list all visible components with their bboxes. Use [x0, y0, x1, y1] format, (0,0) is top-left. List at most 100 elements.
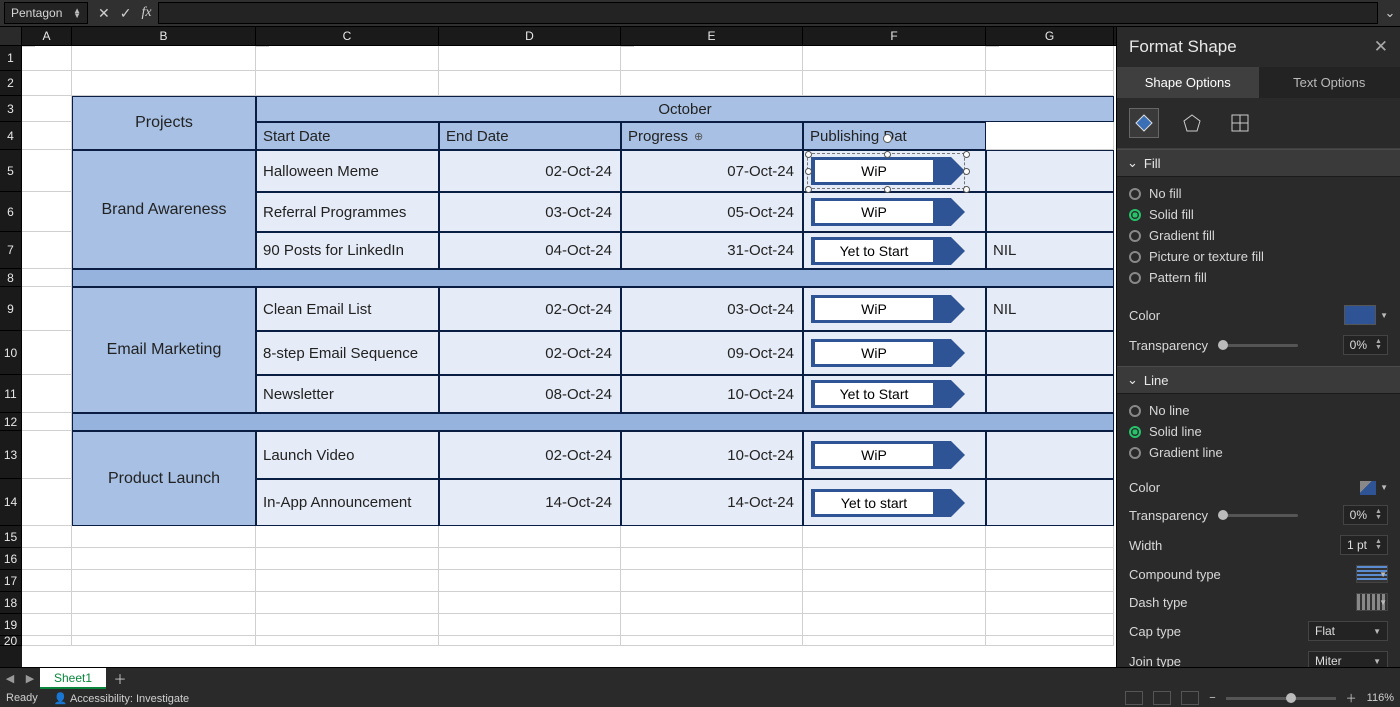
- fx-icon[interactable]: fx: [141, 5, 151, 21]
- cell[interactable]: 02-Oct-24: [439, 331, 621, 375]
- cell[interactable]: [256, 71, 439, 96]
- cell[interactable]: [803, 548, 986, 570]
- column-header[interactable]: E: [621, 27, 803, 45]
- row-header[interactable]: 1: [0, 46, 22, 71]
- cell[interactable]: [22, 331, 72, 375]
- row-header[interactable]: 8: [0, 269, 22, 287]
- cell[interactable]: [986, 526, 1114, 548]
- sheet-tab[interactable]: Sheet1: [40, 668, 106, 689]
- progress-shape[interactable]: WiP: [811, 295, 951, 323]
- row-header[interactable]: 16: [0, 548, 22, 570]
- line-section-header[interactable]: ⌄Line: [1117, 366, 1400, 394]
- cancel-formula-icon[interactable]: ✕: [98, 5, 110, 22]
- size-properties-icon[interactable]: [1225, 108, 1255, 138]
- fill-color-swatch[interactable]: [1344, 305, 1376, 325]
- cell[interactable]: 14-Oct-24: [439, 479, 621, 526]
- cell[interactable]: Start Date: [256, 122, 439, 150]
- cell[interactable]: Clean Email List: [256, 287, 439, 331]
- cell[interactable]: [72, 548, 256, 570]
- resize-handle[interactable]: [805, 151, 812, 158]
- cell[interactable]: [621, 46, 803, 71]
- column-header[interactable]: A: [22, 27, 72, 45]
- cell[interactable]: [803, 71, 986, 96]
- cell[interactable]: 03-Oct-24: [621, 287, 803, 331]
- cell[interactable]: [22, 71, 72, 96]
- close-panel-icon[interactable]: ✕: [1374, 37, 1388, 57]
- cell[interactable]: [22, 192, 72, 232]
- cell[interactable]: [22, 413, 72, 431]
- cell[interactable]: [986, 548, 1114, 570]
- line-transparency-value[interactable]: 0%▲▼: [1343, 505, 1388, 525]
- cell[interactable]: [621, 570, 803, 592]
- cell[interactable]: [22, 592, 72, 614]
- resize-handle[interactable]: [884, 186, 891, 193]
- cell[interactable]: 10-Oct-24: [621, 375, 803, 413]
- cell[interactable]: 31-Oct-24: [621, 232, 803, 269]
- row-header[interactable]: 10: [0, 331, 22, 375]
- line-width-value[interactable]: 1 pt▲▼: [1340, 535, 1388, 555]
- cell[interactable]: October: [256, 96, 1114, 122]
- fill-radio[interactable]: Picture or texture fill: [1129, 246, 1388, 267]
- cell[interactable]: [72, 269, 1114, 287]
- progress-shape[interactable]: Yet to Start: [811, 237, 951, 265]
- cell[interactable]: [72, 46, 256, 71]
- resize-handle[interactable]: [805, 186, 812, 193]
- cell[interactable]: [439, 592, 621, 614]
- cell[interactable]: [986, 46, 1114, 71]
- zoom-out-icon[interactable]: −: [1209, 692, 1215, 704]
- cell[interactable]: [72, 526, 256, 548]
- column-header[interactable]: B: [72, 27, 256, 45]
- cell[interactable]: 07-Oct-24: [621, 150, 803, 192]
- progress-shape[interactable]: WiP: [811, 441, 951, 469]
- cell[interactable]: [256, 614, 439, 636]
- cell[interactable]: 02-Oct-24: [439, 431, 621, 479]
- cell[interactable]: 10-Oct-24: [621, 431, 803, 479]
- cell[interactable]: [22, 232, 72, 269]
- cell[interactable]: NIL: [986, 287, 1114, 331]
- page-break-view-icon[interactable]: [1181, 691, 1199, 705]
- name-box[interactable]: Pentagon ▲▼: [4, 2, 88, 24]
- cell[interactable]: [439, 570, 621, 592]
- row-header[interactable]: 13: [0, 431, 22, 479]
- cell[interactable]: [803, 614, 986, 636]
- cell[interactable]: Publishing Dat: [803, 122, 986, 150]
- cell[interactable]: [72, 636, 256, 646]
- cell[interactable]: [256, 46, 439, 71]
- row-header[interactable]: 5: [0, 150, 22, 192]
- row-header[interactable]: 4: [0, 122, 22, 150]
- progress-shape[interactable]: WiP: [811, 339, 951, 367]
- row-header[interactable]: 7: [0, 232, 22, 269]
- cell[interactable]: [621, 46, 634, 47]
- fill-radio[interactable]: Pattern fill: [1129, 267, 1388, 288]
- fill-radio[interactable]: No fill: [1129, 183, 1388, 204]
- row-header[interactable]: 3: [0, 96, 22, 122]
- cell[interactable]: Newsletter: [256, 375, 439, 413]
- expand-formula-icon[interactable]: ⌄: [1380, 5, 1400, 21]
- cell[interactable]: [621, 592, 803, 614]
- compound-type-select[interactable]: ▼: [1356, 565, 1388, 583]
- line-radio[interactable]: Gradient line: [1129, 442, 1388, 463]
- cell[interactable]: [22, 526, 72, 548]
- cell[interactable]: [439, 71, 621, 96]
- cell[interactable]: [439, 548, 621, 570]
- cell[interactable]: Halloween Meme: [256, 150, 439, 192]
- dash-type-select[interactable]: ▼: [1356, 593, 1388, 611]
- row-header[interactable]: 17: [0, 570, 22, 592]
- cell[interactable]: [621, 71, 803, 96]
- cell[interactable]: [72, 592, 256, 614]
- fill-transparency-slider[interactable]: [1218, 344, 1298, 347]
- row-header[interactable]: 15: [0, 526, 22, 548]
- cell[interactable]: [22, 636, 72, 646]
- row-header[interactable]: 20: [0, 636, 22, 646]
- progress-shape[interactable]: WiP: [811, 198, 951, 226]
- fill-line-icon[interactable]: [1129, 108, 1159, 138]
- cell[interactable]: [986, 71, 1114, 96]
- row-header[interactable]: 2: [0, 71, 22, 96]
- cell[interactable]: [986, 375, 1114, 413]
- cell[interactable]: Progress⊕: [621, 122, 803, 150]
- cell[interactable]: [72, 614, 256, 636]
- cell[interactable]: In-App Announcement: [256, 479, 439, 526]
- resize-handle[interactable]: [805, 168, 812, 175]
- cell[interactable]: [986, 431, 1114, 479]
- cell[interactable]: 03-Oct-24: [439, 192, 621, 232]
